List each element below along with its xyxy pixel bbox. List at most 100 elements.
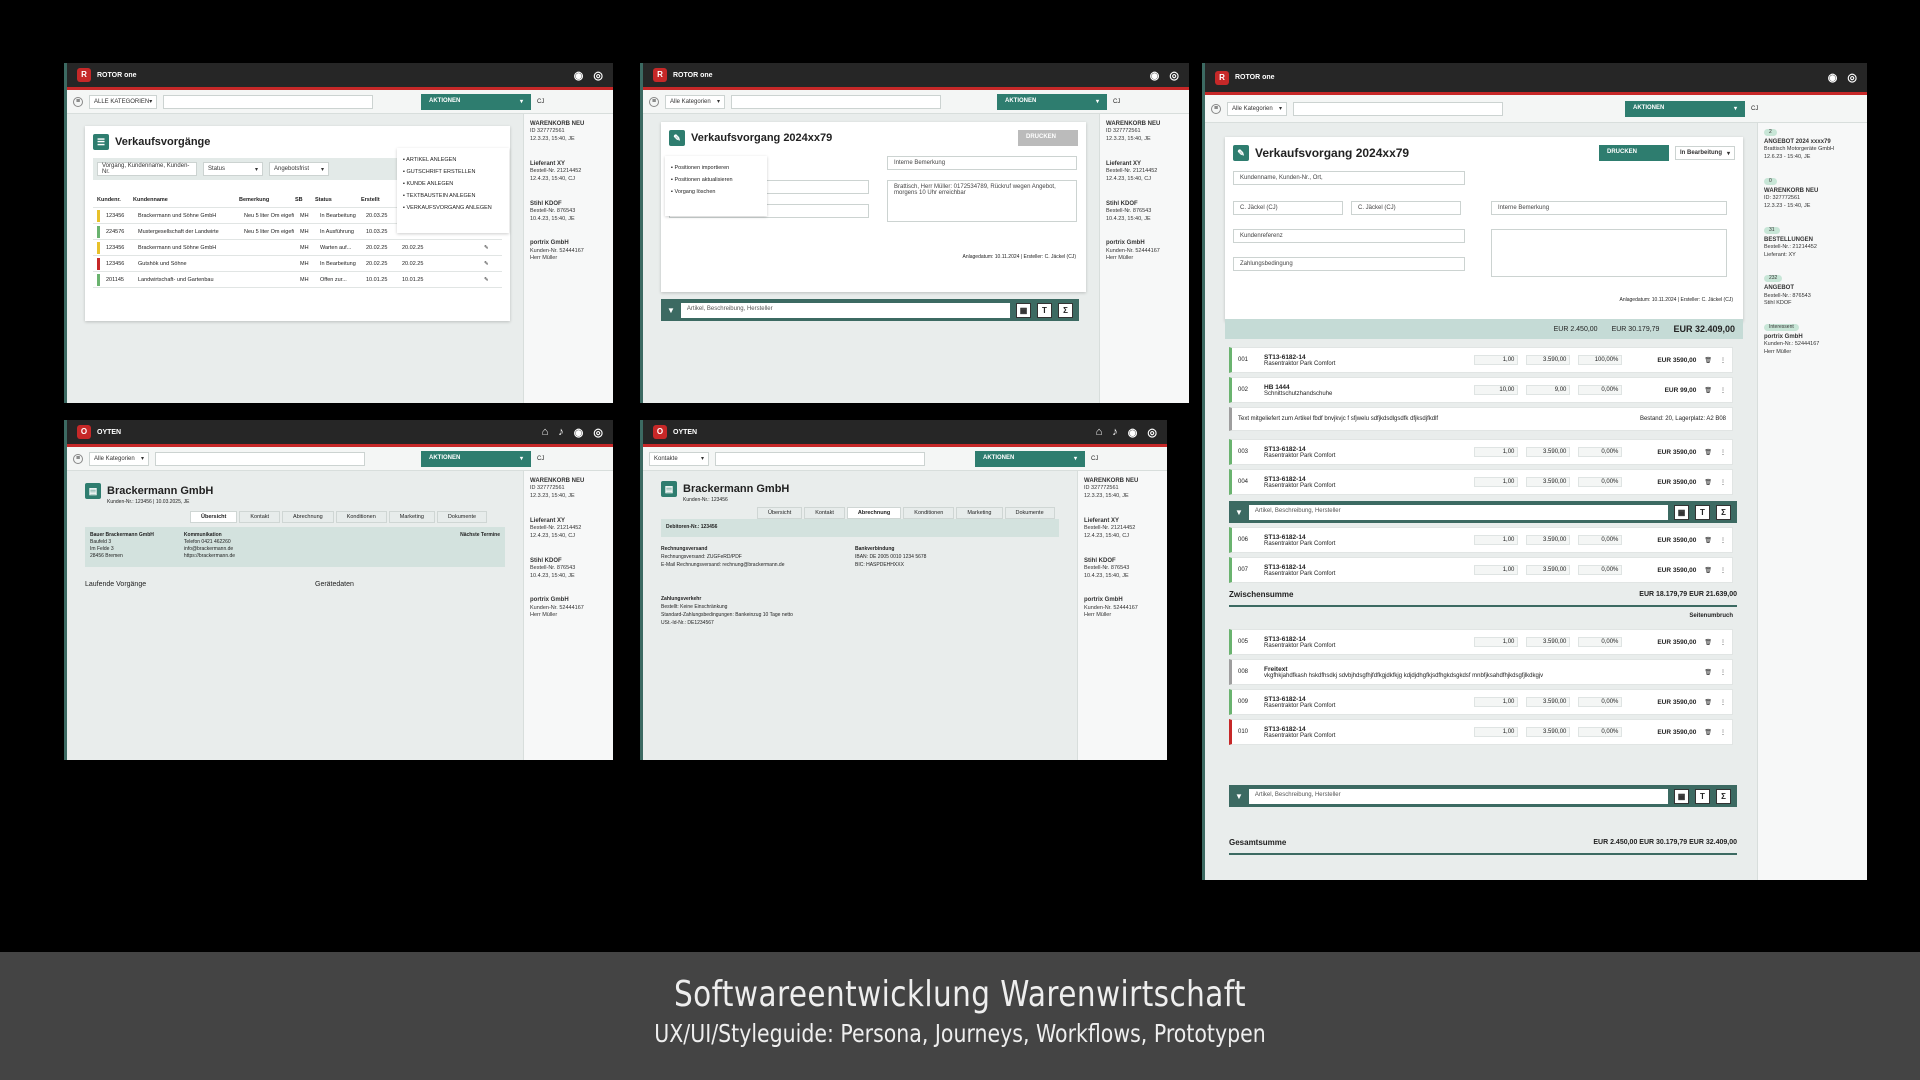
discount[interactable]: 0,00% xyxy=(1578,727,1623,737)
qty[interactable]: 1,00 xyxy=(1474,727,1519,737)
menu-item[interactable]: ▪ TEXTBAUSTEIN ANLEGEN xyxy=(403,190,503,202)
bell-icon[interactable]: ♪ xyxy=(1112,426,1118,439)
tab[interactable]: Dokumente xyxy=(1004,507,1055,519)
actions-button[interactable]: AKTIONEN ▾ xyxy=(975,450,1085,467)
filter-icon[interactable]: ▼ xyxy=(1235,508,1243,517)
clerk-select[interactable]: C. Jäckel (CJ) xyxy=(1233,201,1343,215)
payment-terms[interactable]: Zahlungsbedingung xyxy=(1233,257,1465,271)
more-icon[interactable]: ⋮ xyxy=(1720,699,1726,706)
user-select[interactable]: CJ xyxy=(537,99,607,105)
text-icon[interactable]: T xyxy=(1037,302,1052,318)
unit-price[interactable]: 3.590,00 xyxy=(1526,565,1571,575)
table-row[interactable]: 201145 Landwirtschaft- und Gartenbau MH Off… xyxy=(93,272,502,288)
unit-price[interactable]: 3.590,00 xyxy=(1526,447,1571,457)
discount[interactable]: 0,00% xyxy=(1578,385,1623,395)
eye-icon[interactable]: ◉ xyxy=(574,426,584,439)
sidebar-entry[interactable]: portrix GmbH Kunden-Nr. 52444167 Herr Müll… xyxy=(1106,239,1183,263)
category-select[interactable]: ALLE KATEGORIEN ▾ xyxy=(89,94,158,109)
search-input[interactable] xyxy=(715,451,925,466)
trash-icon[interactable]: 🗑 xyxy=(1704,387,1712,394)
position-row[interactable]: 005 ST13-6182-14 Rasentraktor Park Comfort… xyxy=(1229,629,1733,655)
trash-icon[interactable]: 🗑 xyxy=(1704,449,1712,456)
short-info[interactable] xyxy=(1491,229,1727,277)
sidebar-entry[interactable]: Stihl KDOF Bestell-Nr. 876543 10.4.23, 15:… xyxy=(530,200,607,224)
sidebar-entry[interactable]: Lieferant XY Bestell-Nr. 21214452 12.4.23,… xyxy=(530,160,607,184)
article-search-input[interactable]: Artikel, Beschreibung, Hersteller xyxy=(1248,504,1668,520)
position-row[interactable]: 006 ST13-6182-14 Rasentraktor Park Comfort… xyxy=(1229,527,1733,553)
trash-icon[interactable]: 🗑 xyxy=(1704,699,1712,706)
trash-icon[interactable]: 🗑 xyxy=(1704,567,1712,574)
text-icon[interactable]: T xyxy=(1695,504,1710,520)
barcode-icon[interactable]: ▦ xyxy=(1674,788,1689,804)
category-select[interactable]: Alle Kategorien ▾ xyxy=(89,451,149,466)
barcode-icon[interactable]: ▦ xyxy=(1016,302,1031,318)
sidebar-entry[interactable]: WARENKORB NEU ID 327772561 12.3.23, 15:40,… xyxy=(530,120,607,144)
more-icon[interactable]: ⋮ xyxy=(1720,639,1726,646)
qty[interactable]: 1,00 xyxy=(1474,447,1519,457)
edit-icon[interactable]: ✎ xyxy=(484,245,489,251)
menu-icon[interactable]: ≡ xyxy=(73,96,83,107)
user-select[interactable]: CJ xyxy=(1091,456,1161,462)
home-icon[interactable]: ⌂ xyxy=(1096,426,1103,439)
search-input[interactable] xyxy=(155,451,365,466)
internal-note[interactable]: Interne Bemerkung xyxy=(1491,201,1727,215)
edit-icon[interactable]: ✎ xyxy=(484,277,489,283)
tab[interactable]: Abrechnung xyxy=(282,511,334,523)
qty[interactable]: 1,00 xyxy=(1474,535,1519,545)
more-icon[interactable]: ⋮ xyxy=(1720,567,1726,574)
position-row[interactable]: 001 ST13-6182-14 Rasentraktor Park Comfort… xyxy=(1229,347,1733,373)
sidebar-entry[interactable]: WARENKORB NEU ID 327772561 12.3.23, 15:40,… xyxy=(1106,120,1183,144)
search-input[interactable] xyxy=(731,94,941,109)
table-row[interactable]: 123456 Gutshök und Söhne MH In Bearbeitung 2… xyxy=(93,256,502,272)
sidebar-entry[interactable]: Lieferant XY Bestell-Nr. 21214452 12.4.23,… xyxy=(1084,517,1161,541)
text-row[interactable]: Text mitgeliefert zum Artikel fbdf bnvjk… xyxy=(1229,407,1733,431)
unit-price[interactable]: 3.590,00 xyxy=(1526,727,1571,737)
more-icon[interactable]: ⋮ xyxy=(1720,669,1726,676)
discount[interactable]: 100,00% xyxy=(1578,355,1623,365)
tab[interactable]: Dokumente xyxy=(436,511,488,523)
qty[interactable]: 1,00 xyxy=(1474,697,1519,707)
actions-button[interactable]: AKTIONEN ▾ xyxy=(997,93,1107,110)
unit-price[interactable]: 3.590,00 xyxy=(1526,637,1571,647)
menu-item[interactable]: ▪ KUNDE ANLEGEN xyxy=(403,178,503,190)
bell-icon[interactable]: ♪ xyxy=(558,426,564,439)
print-button[interactable]: DRUCKEN xyxy=(1599,145,1669,161)
discount[interactable]: 0,00% xyxy=(1578,697,1623,707)
internal-note[interactable]: Interne Bemerkung xyxy=(887,156,1077,170)
unit-price[interactable]: 9,00 xyxy=(1526,385,1571,395)
sidebar-entry[interactable]: portrix GmbH Kunden-Nr. 52444167 Herr Müll… xyxy=(530,239,607,263)
discount[interactable]: 0,00% xyxy=(1578,447,1623,457)
article-search-input[interactable]: Artikel, Beschreibung, Hersteller xyxy=(680,302,1010,318)
sidebar-entry[interactable]: Lieferant XY Bestell-Nr. 21214452 12.4.23,… xyxy=(530,517,607,541)
tab[interactable]: Übersicht xyxy=(757,507,803,519)
user-icon[interactable]: ◎ xyxy=(593,426,603,439)
position-row[interactable]: 004 ST13-6182-14 Rasentraktor Park Comfort… xyxy=(1229,469,1733,495)
sidebar-entry[interactable]: Stihl KDOF Bestell-Nr. 876543 10.4.23, 15:… xyxy=(1106,200,1183,224)
sidebar-entry[interactable]: WARENKORB NEU ID 327772561 12.3.23, 15:40,… xyxy=(1084,477,1161,501)
more-icon[interactable]: ⋮ xyxy=(1720,449,1726,456)
user-select[interactable]: CJ xyxy=(1113,99,1183,105)
position-row[interactable]: 007 ST13-6182-14 Rasentraktor Park Comfort… xyxy=(1229,557,1733,583)
column-header[interactable]: Kundenr. xyxy=(97,197,127,203)
sum-icon[interactable]: Σ xyxy=(1058,302,1073,318)
more-icon[interactable]: ⋮ xyxy=(1720,357,1726,364)
actions-button[interactable]: AKTIONEN ▾ xyxy=(1625,100,1745,117)
user-select[interactable]: CJ xyxy=(1751,106,1861,112)
user-icon[interactable]: ◎ xyxy=(1847,71,1857,84)
trash-icon[interactable]: 🗑 xyxy=(1704,729,1712,736)
discount[interactable]: 0,00% xyxy=(1578,637,1623,647)
tab[interactable]: Marketing xyxy=(956,507,1003,519)
sidebar-entry[interactable]: WARENKORB NEU ID 327772561 12.3.23, 15:40,… xyxy=(530,477,607,501)
position-row[interactable]: 002 HB 1444 Schnittschutzhandschuhe 10,00 9,… xyxy=(1229,377,1733,403)
column-header[interactable]: Kundenname xyxy=(133,197,233,203)
sidebar-entry[interactable]: portrix GmbH Kunden-Nr. 52444167 Herr Müll… xyxy=(530,596,607,620)
sidebar-entry[interactable]: portrix GmbH Kunden-Nr. 52444167 Herr Müll… xyxy=(1084,596,1161,620)
menu-item[interactable]: ▪ GUTSCHRIFT ERSTELLEN xyxy=(403,166,503,178)
discount[interactable]: 0,00% xyxy=(1578,535,1623,545)
status-select[interactable]: In Bearbeitung ▾ xyxy=(1675,146,1735,160)
customer-input[interactable]: Kundenname, Kunden-Nr., Ort, xyxy=(1233,171,1465,185)
more-icon[interactable]: ⋮ xyxy=(1720,537,1726,544)
discount[interactable]: 0,00% xyxy=(1578,565,1623,575)
article-search-input-2[interactable]: Artikel, Beschreibung, Hersteller xyxy=(1248,788,1668,804)
text-icon[interactable]: T xyxy=(1695,788,1710,804)
